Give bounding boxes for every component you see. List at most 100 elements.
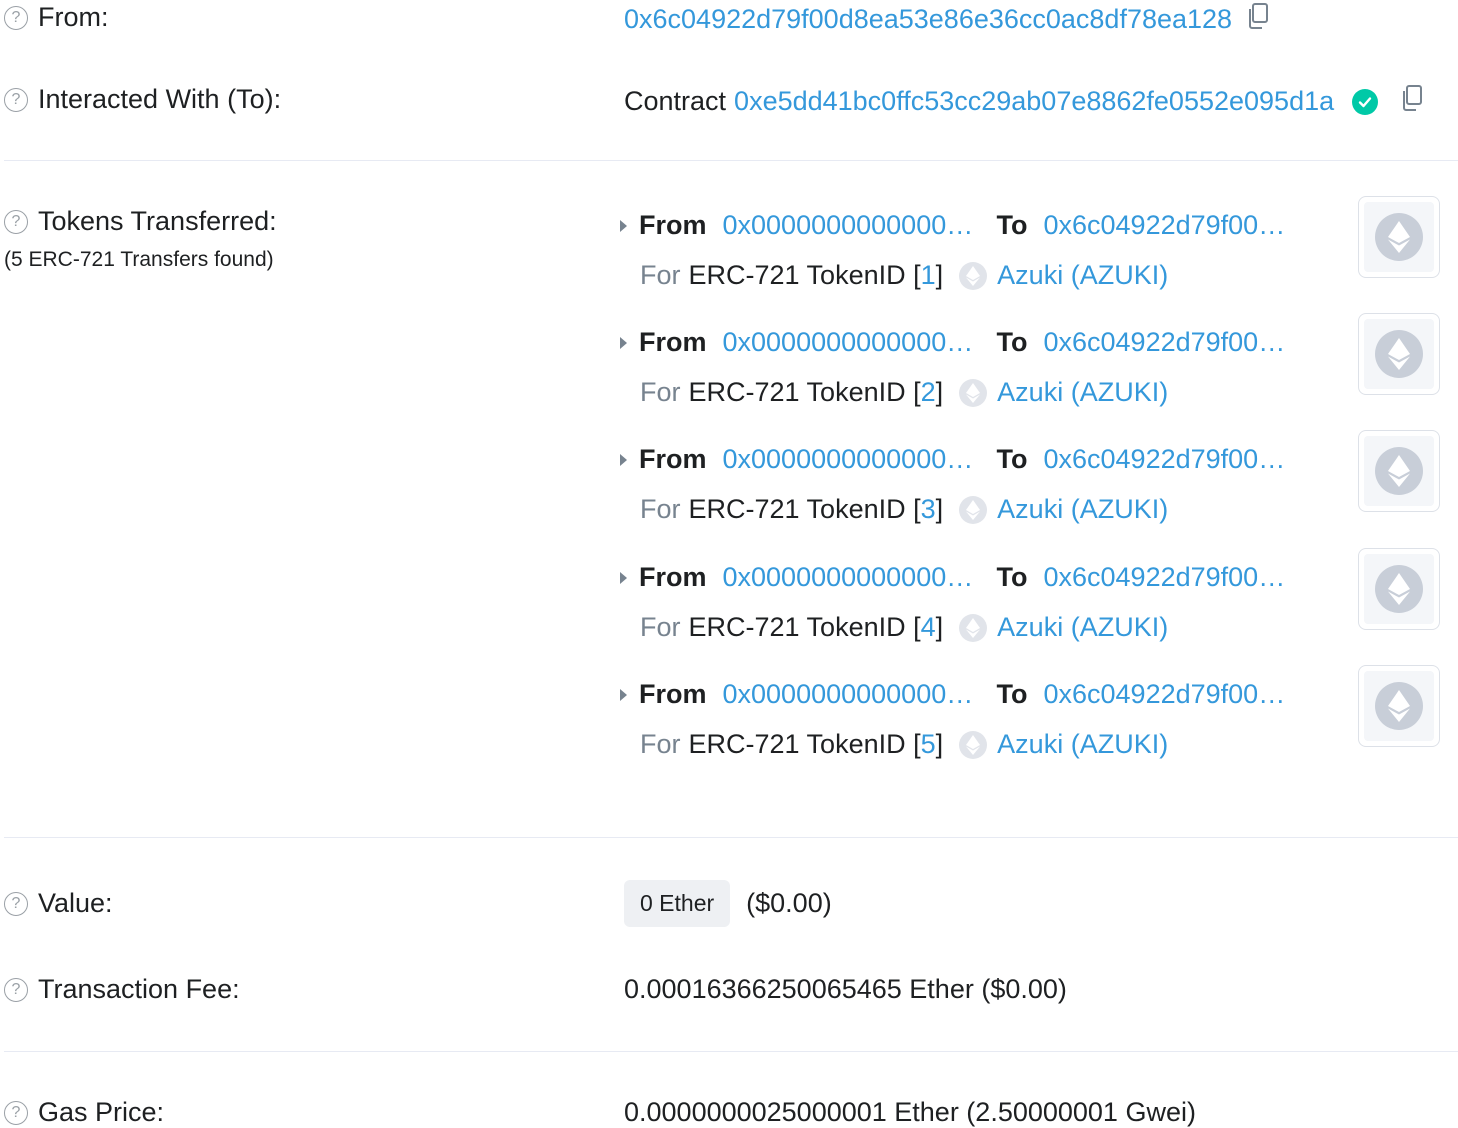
token-type-prefix: ERC-721 TokenID [: [688, 729, 921, 759]
question-circle-icon[interactable]: ?: [4, 977, 28, 1002]
divider: [4, 837, 1458, 838]
token-type-suffix: ]: [935, 260, 944, 290]
interacted-label: Interacted With (To):: [38, 84, 282, 114]
caret-right-icon[interactable]: [620, 571, 627, 584]
for-word: For: [640, 260, 681, 290]
value-value: 0 Ether ($0.00): [624, 880, 832, 927]
transfer-addresses: From 0x000000000000000000000000000000000…: [620, 210, 1295, 241]
caret-right-icon[interactable]: [620, 688, 627, 701]
to-word: To: [996, 210, 1028, 240]
ethereum-icon: [1375, 682, 1423, 730]
value-label-group: ? Value:: [4, 888, 113, 919]
transfer-from-link[interactable]: 0x00000000000000000000000000000000000000…: [723, 679, 985, 710]
transfer-item: From 0x000000000000000000000000000000000…: [620, 313, 1458, 437]
token-id-link[interactable]: 3: [921, 494, 936, 525]
transfer-addresses: From 0x000000000000000000000000000000000…: [620, 327, 1295, 358]
from-address-link[interactable]: 0x6c04922d79f00d8ea53e86e36cc0ac8df78ea1…: [624, 4, 1232, 35]
token-thumbnail[interactable]: [1358, 430, 1440, 512]
gas-price-label-group: ? Gas Price:: [4, 1097, 164, 1128]
from-label-group: ? From:: [4, 2, 109, 33]
transfer-addresses: From 0x000000000000000000000000000000000…: [620, 444, 1295, 475]
ethereum-icon: [959, 378, 988, 407]
token-type-prefix: ERC-721 TokenID [: [688, 494, 921, 524]
caret-right-icon[interactable]: [620, 336, 627, 349]
transfer-addresses: From 0x000000000000000000000000000000000…: [620, 679, 1295, 710]
divider: [4, 1051, 1458, 1052]
fee-label-group: ? Transaction Fee:: [4, 974, 240, 1005]
question-circle-icon[interactable]: ?: [4, 209, 28, 234]
token-thumbnail[interactable]: [1358, 196, 1440, 278]
transfer-to-link[interactable]: 0x6c04922d79f00d8ea53e86e36cc0ac8df78ea1…: [1043, 327, 1295, 358]
interacted-value: Contract 0xe5dd41bc0ffc53cc29ab07e8862fe…: [624, 84, 1426, 119]
transfer-item: From 0x000000000000000000000000000000000…: [620, 430, 1458, 554]
value-label: Value:: [38, 888, 113, 918]
token-id-link[interactable]: 1: [921, 260, 936, 291]
caret-right-icon[interactable]: [620, 453, 627, 466]
transfer-item: From 0x000000000000000000000000000000000…: [620, 548, 1458, 672]
transfer-item: From 0x000000000000000000000000000000000…: [620, 196, 1458, 320]
token-thumbnail[interactable]: [1358, 548, 1440, 630]
ethereum-icon: [1375, 213, 1423, 261]
from-label: From:: [38, 2, 109, 32]
ethereum-icon: [959, 613, 988, 642]
tokens-label-group: ? Tokens Transferred:: [4, 206, 277, 237]
for-word: For: [640, 494, 681, 524]
token-thumbnail[interactable]: [1358, 665, 1440, 747]
question-circle-icon[interactable]: ?: [4, 891, 28, 916]
token-name-link[interactable]: Azuki (AZUKI): [997, 260, 1168, 291]
copy-icon[interactable]: [1400, 84, 1426, 119]
token-name-link[interactable]: Azuki (AZUKI): [997, 377, 1168, 408]
from-word: From: [639, 210, 707, 240]
value-amount-badge: 0 Ether: [624, 880, 731, 927]
transfer-to-link[interactable]: 0x6c04922d79f00d8ea53e86e36cc0ac8df78ea1…: [1043, 562, 1295, 593]
transfer-from-link[interactable]: 0x00000000000000000000000000000000000000…: [723, 562, 985, 593]
transfer-token: For ERC-721 TokenID [1] Azuki (AZUKI): [640, 260, 1168, 291]
transfer-token: For ERC-721 TokenID [4] Azuki (AZUKI): [640, 612, 1168, 643]
transfer-to-link[interactable]: 0x6c04922d79f00d8ea53e86e36cc0ac8df78ea1…: [1043, 210, 1295, 241]
transfer-from-link[interactable]: 0x00000000000000000000000000000000000000…: [723, 444, 985, 475]
ethereum-icon: [959, 261, 988, 290]
contract-prefix: Contract: [624, 86, 727, 116]
fee-value: 0.00016366250065465 Ether ($0.00): [624, 974, 1067, 1004]
token-type-suffix: ]: [935, 494, 944, 524]
tokens-label: Tokens Transferred:: [38, 206, 277, 236]
from-word: From: [639, 679, 707, 709]
transfer-addresses: From 0x000000000000000000000000000000000…: [620, 562, 1295, 593]
question-circle-icon[interactable]: ?: [4, 87, 28, 112]
transfer-from-link[interactable]: 0x00000000000000000000000000000000000000…: [723, 210, 985, 241]
token-name-link[interactable]: Azuki (AZUKI): [997, 494, 1168, 525]
token-type-prefix: ERC-721 TokenID [: [688, 612, 921, 642]
to-word: To: [996, 679, 1028, 709]
question-circle-icon[interactable]: ?: [4, 1100, 28, 1125]
token-id-link[interactable]: 5: [921, 729, 936, 760]
token-id-link[interactable]: 2: [921, 377, 936, 408]
transfer-item: From 0x000000000000000000000000000000000…: [620, 665, 1458, 789]
for-word: For: [640, 729, 681, 759]
token-name-link[interactable]: Azuki (AZUKI): [997, 612, 1168, 643]
thumbnail-frame: [1364, 671, 1434, 741]
for-word: For: [640, 612, 681, 642]
to-word: To: [996, 327, 1028, 357]
transfer-to-link[interactable]: 0x6c04922d79f00d8ea53e86e36cc0ac8df78ea1…: [1043, 679, 1295, 710]
caret-right-icon[interactable]: [620, 219, 627, 232]
from-word: From: [639, 562, 707, 592]
token-type-prefix: ERC-721 TokenID [: [688, 377, 921, 407]
token-id-link[interactable]: 4: [921, 612, 936, 643]
ethereum-icon: [1375, 447, 1423, 495]
question-circle-icon[interactable]: ?: [4, 5, 28, 30]
transfer-token: For ERC-721 TokenID [5] Azuki (AZUKI): [640, 729, 1168, 760]
contract-address-link[interactable]: 0xe5dd41bc0ffc53cc29ab07e8862fe0552e095d…: [734, 86, 1334, 117]
token-thumbnail[interactable]: [1358, 313, 1440, 395]
ethereum-icon: [1375, 565, 1423, 613]
gas-price-value: 0.0000000025000001 Ether (2.50000001 Gwe…: [624, 1097, 1196, 1127]
thumbnail-frame: [1364, 436, 1434, 506]
transfer-to-link[interactable]: 0x6c04922d79f00d8ea53e86e36cc0ac8df78ea1…: [1043, 444, 1295, 475]
ethereum-icon: [1375, 330, 1423, 378]
token-type-suffix: ]: [935, 612, 944, 642]
thumbnail-frame: [1364, 319, 1434, 389]
token-name-link[interactable]: Azuki (AZUKI): [997, 729, 1168, 760]
transfer-from-link[interactable]: 0x00000000000000000000000000000000000000…: [723, 327, 985, 358]
copy-icon[interactable]: [1246, 2, 1272, 37]
to-word: To: [996, 562, 1028, 592]
thumbnail-frame: [1364, 202, 1434, 272]
